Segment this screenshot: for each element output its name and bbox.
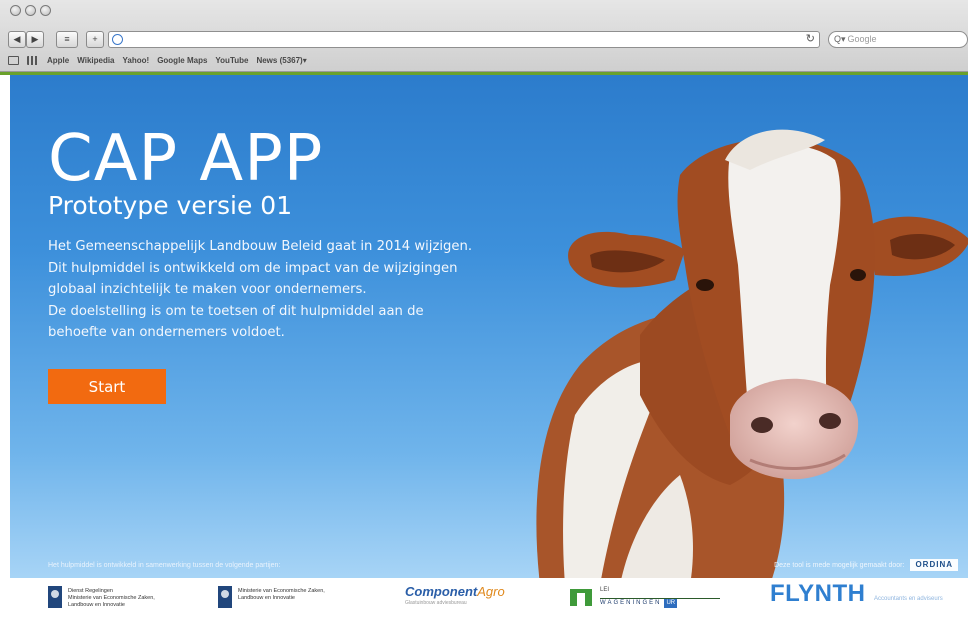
reading-list-icon[interactable]: [8, 55, 19, 65]
back-button[interactable]: ◀: [8, 31, 26, 48]
plus-icon: +: [92, 34, 98, 44]
flynth-tagline: Accountants en adviseurs: [874, 596, 943, 602]
globe-icon: [112, 34, 123, 45]
wageningen-ur-text: WAGENINGEN UR: [600, 598, 720, 608]
minimize-window-button[interactable]: [25, 5, 36, 16]
reload-icon[interactable]: ↻: [806, 33, 815, 46]
componentagro-tagline: Glastuinbouw adviesbureau: [405, 600, 467, 606]
componentagro-suffix: Agro: [477, 584, 505, 599]
forward-icon: ▶: [31, 34, 39, 44]
add-bookmark-button[interactable]: +: [86, 31, 104, 48]
browser-toolbar: ◀ ▶ ≡ + ↻ Q▾ Google: [8, 31, 968, 49]
browser-window: ◀ ▶ ≡ + ↻ Q▾ Google Apple Wikipedia Yaho…: [0, 0, 968, 617]
partners-note: Het hulpmiddel is ontwikkeld in samenwer…: [48, 562, 281, 569]
government-crest-icon: [218, 586, 232, 608]
ur-badge: UR: [664, 599, 678, 608]
back-icon: ◀: [13, 34, 21, 44]
intro-line: De doelstelling is om te toetsen of dit …: [48, 303, 424, 319]
page-subtitle: Prototype versie 01: [48, 191, 293, 220]
bookmark-apple[interactable]: Apple: [47, 56, 69, 65]
ordina-logo: ORDINA: [910, 559, 958, 571]
partner-logos: Dienst Regelingen Ministerie van Economi…: [0, 578, 968, 617]
address-bar[interactable]: ↻: [108, 31, 820, 48]
show-bookmarks-button[interactable]: ≡: [56, 31, 78, 48]
bookmarks-icon: ≡: [64, 34, 70, 44]
lei-name: LEI: [600, 587, 610, 593]
government-crest-icon: [48, 586, 62, 608]
forward-button[interactable]: ▶: [26, 31, 44, 48]
dienst-regelingen-logo: Dienst Regelingen Ministerie van Economi…: [48, 586, 198, 614]
page-title: CAP APP: [48, 122, 324, 196]
close-window-button[interactable]: [10, 5, 21, 16]
lei-wageningen-logo: LEI WAGENINGEN UR: [570, 586, 730, 614]
zoom-window-button[interactable]: [40, 5, 51, 16]
bookmark-wikipedia[interactable]: Wikipedia: [77, 56, 114, 65]
eleni-line1: Ministerie van Economische Zaken,: [238, 588, 325, 594]
cow-image: [536, 129, 968, 578]
search-icon: Q▾: [834, 34, 846, 44]
componentagro-logo: ComponentAgro Glastuinbouw adviesbureau: [405, 584, 515, 612]
start-button[interactable]: Start: [48, 369, 166, 404]
window-controls: [10, 5, 51, 16]
top-sites-icon[interactable]: [27, 55, 39, 65]
wageningen-name: WAGENINGEN: [600, 600, 662, 606]
intro-text: Het Gemeenschappelijk Landbouw Beleid ga…: [48, 236, 518, 344]
sponsor-note-text: Deze tool is mede mogelijk gemaakt door:: [774, 561, 905, 569]
bookmarks-bar: Apple Wikipedia Yahoo! Google Maps YouTu…: [8, 53, 960, 67]
hero-section: CAP APP Prototype versie 01 Het Gemeensc…: [10, 75, 968, 578]
dr-line3: Landbouw en Innovatie: [68, 602, 125, 608]
componentagro-name: Component: [405, 584, 478, 599]
bookmark-youtube[interactable]: YouTube: [215, 56, 248, 65]
flynth-name: FLYNTH: [770, 580, 866, 607]
flynth-logo: FLYNTH Accountants en adviseurs: [770, 581, 960, 609]
bookmark-news[interactable]: News (5367)▾: [256, 56, 306, 65]
intro-line: globaal inzichtelijk te maken voor onder…: [48, 282, 367, 297]
search-input[interactable]: Q▾ Google: [828, 31, 968, 48]
lei-mark-icon: [570, 589, 592, 606]
dr-line1: Dienst Regelingen: [68, 588, 113, 594]
intro-line: Dit hulpmiddel is ontwikkeld om de impac…: [48, 260, 458, 276]
eleni-line2: Landbouw en Innovatie: [238, 595, 295, 601]
dr-line2: Ministerie van Economische Zaken,: [68, 595, 155, 601]
search-placeholder: Google: [847, 34, 877, 44]
bookmark-yahoo[interactable]: Yahoo!: [123, 56, 150, 65]
browser-chrome: ◀ ▶ ≡ + ↻ Q▾ Google Apple Wikipedia Yaho…: [0, 0, 968, 72]
ministerie-eleni-logo: Ministerie van Economische Zaken, Landbo…: [218, 586, 368, 614]
sponsor-note: Deze tool is mede mogelijk gemaakt door:…: [774, 559, 958, 571]
intro-line: behoefte van ondernemers voldoet.: [48, 325, 285, 340]
bookmark-google-maps[interactable]: Google Maps: [157, 56, 207, 65]
intro-line: Het Gemeenschappelijk Landbouw Beleid ga…: [48, 239, 473, 254]
